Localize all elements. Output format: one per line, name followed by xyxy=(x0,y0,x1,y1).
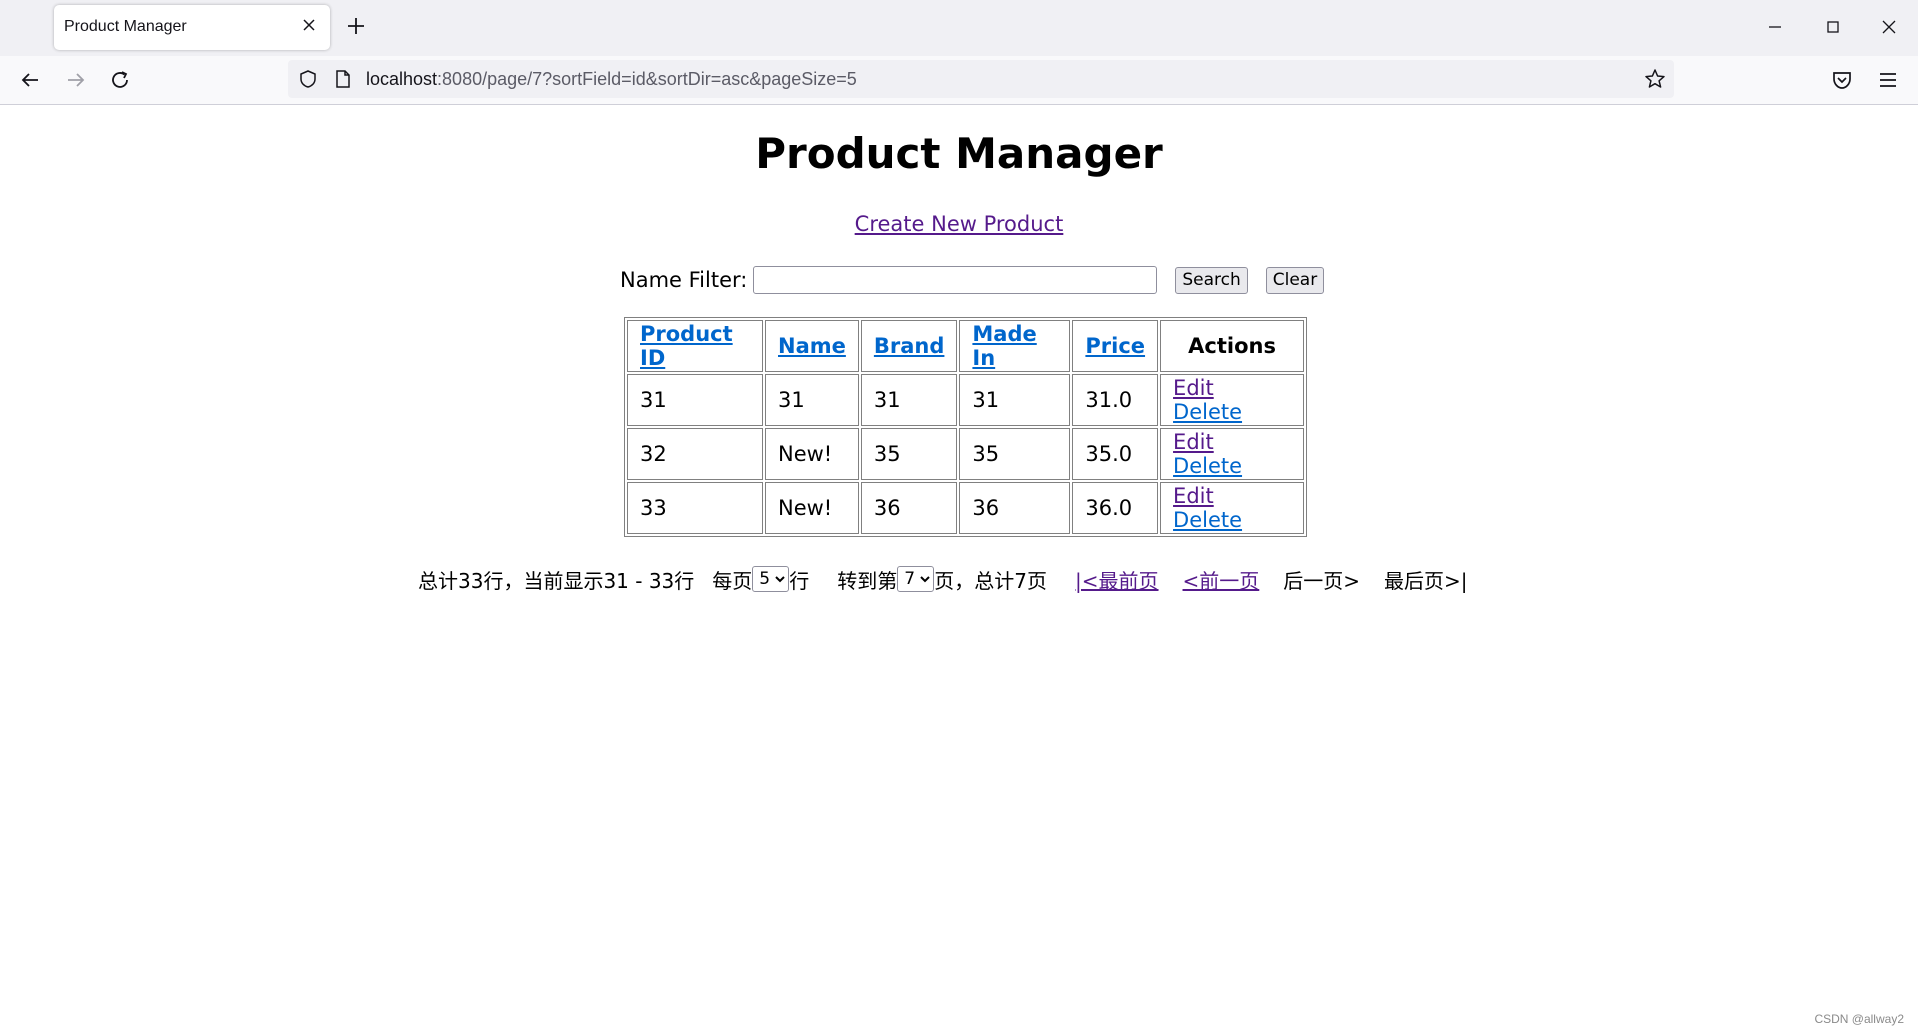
close-window-icon[interactable] xyxy=(1874,12,1904,42)
delete-link[interactable]: Delete xyxy=(1173,400,1242,424)
forward-arrow-icon[interactable] xyxy=(64,68,88,92)
edit-link[interactable]: Edit xyxy=(1173,430,1214,454)
name-filter-label: Name Filter: xyxy=(620,268,748,292)
cell-price: 36.0 xyxy=(1072,482,1159,534)
page-title: Product Manager xyxy=(755,129,1163,178)
header-made-in: Made In xyxy=(959,320,1071,372)
maximize-window-icon[interactable] xyxy=(1818,12,1848,42)
pocket-icon[interactable] xyxy=(1830,68,1854,92)
cell-actions: Edit Delete xyxy=(1160,482,1305,534)
page-size-prefix: 每页 xyxy=(712,568,753,593)
sort-name-link[interactable]: Name xyxy=(778,334,846,358)
cell-name: New! xyxy=(765,482,859,534)
cell-name: 31 xyxy=(765,374,859,426)
sort-price-link[interactable]: Price xyxy=(1085,334,1145,358)
close-tab-icon[interactable] xyxy=(300,16,318,34)
delete-link[interactable]: Delete xyxy=(1173,454,1242,478)
browser-tab-active[interactable]: Product Manager xyxy=(54,5,330,50)
create-link-container: Create New Product xyxy=(0,212,1918,236)
first-page-link[interactable]: |<最前页 xyxy=(1075,565,1159,594)
edit-link[interactable]: Edit xyxy=(1173,376,1214,400)
name-filter-input[interactable] xyxy=(753,266,1158,294)
last-page-text: 最后页>| xyxy=(1384,568,1468,593)
hamburger-menu-icon[interactable] xyxy=(1876,68,1900,92)
table-row: 33 New! 36 36 36.0 Edit Delete xyxy=(627,482,1305,534)
cell-product-id: 31 xyxy=(627,374,763,426)
page-content: Product Manager Create New Product Name … xyxy=(0,105,1918,1034)
delete-link[interactable]: Delete xyxy=(1173,508,1242,532)
pagination-bar: 总计33行，当前显示31 - 33行 每页 5 行 转到第 7 页，总计7页 |… xyxy=(418,564,1468,594)
tab-title: Product Manager xyxy=(64,18,187,35)
cell-price: 35.0 xyxy=(1072,428,1159,480)
tab-strip: Product Manager xyxy=(0,0,1918,56)
cell-brand: 36 xyxy=(860,482,958,534)
goto-page-suffix: 页，总计7页 xyxy=(934,568,1048,593)
table-row: 31 31 31 31 31.0 Edit Delete xyxy=(627,374,1305,426)
page-size-suffix: 行 xyxy=(789,568,810,593)
back-arrow-icon[interactable] xyxy=(18,68,42,92)
next-page-text: 后一页> xyxy=(1283,568,1361,593)
table-row: 32 New! 35 35 35.0 Edit Delete xyxy=(627,428,1305,480)
url-path: :8080/page/7?sortField=id&sortDir=asc&pa… xyxy=(437,69,857,89)
page-info-icon[interactable] xyxy=(334,69,352,89)
minimize-window-icon[interactable] xyxy=(1760,12,1790,42)
url-text[interactable]: localhost:8080/page/7?sortField=id&sortD… xyxy=(366,69,857,90)
goto-page-select[interactable]: 7 xyxy=(897,566,935,592)
tracking-protection-shield-icon[interactable] xyxy=(298,69,318,89)
page-size-select[interactable]: 5 xyxy=(752,566,790,592)
create-new-product-link[interactable]: Create New Product xyxy=(855,212,1064,236)
navigation-toolbar: localhost:8080/page/7?sortField=id&sortD… xyxy=(0,56,1918,105)
header-brand: Brand xyxy=(860,320,958,372)
new-tab-icon[interactable] xyxy=(344,14,368,38)
cell-price: 31.0 xyxy=(1072,374,1159,426)
bookmark-star-icon[interactable] xyxy=(1644,68,1666,90)
sort-brand-link[interactable]: Brand xyxy=(874,334,945,358)
header-product-id: Product ID xyxy=(627,320,763,372)
cell-product-id: 32 xyxy=(627,428,763,480)
cell-actions: Edit Delete xyxy=(1160,374,1305,426)
name-filter-form: Name Filter: Search Clear xyxy=(620,264,1325,296)
header-price: Price xyxy=(1072,320,1159,372)
table-header-row: Product ID Name Brand Made In Price Acti… xyxy=(627,320,1305,372)
sort-made-in-link[interactable]: Made In xyxy=(972,322,1036,370)
header-name: Name xyxy=(765,320,859,372)
previous-page-link[interactable]: <前一页 xyxy=(1183,565,1260,594)
products-table: Product ID Name Brand Made In Price Acti… xyxy=(624,317,1308,537)
cell-made-in: 36 xyxy=(959,482,1071,534)
pagination-summary: 总计33行，当前显示31 - 33行 xyxy=(418,568,695,593)
reload-icon[interactable] xyxy=(108,68,132,92)
edit-link[interactable]: Edit xyxy=(1173,484,1214,508)
cell-brand: 35 xyxy=(860,428,958,480)
address-bar[interactable]: localhost:8080/page/7?sortField=id&sortD… xyxy=(288,60,1674,98)
watermark: CSDN @allway2 xyxy=(1814,1012,1904,1026)
cell-brand: 31 xyxy=(860,374,958,426)
cell-actions: Edit Delete xyxy=(1160,428,1305,480)
header-actions: Actions xyxy=(1160,320,1305,372)
cell-made-in: 35 xyxy=(959,428,1071,480)
url-host: localhost xyxy=(366,69,438,89)
clear-button[interactable]: Clear xyxy=(1265,266,1325,294)
search-button[interactable]: Search xyxy=(1175,266,1248,294)
cell-product-id: 33 xyxy=(627,482,763,534)
cell-made-in: 31 xyxy=(959,374,1071,426)
goto-page-prefix: 转到第 xyxy=(837,568,898,593)
sort-product-id-link[interactable]: Product ID xyxy=(640,322,733,370)
cell-name: New! xyxy=(765,428,859,480)
